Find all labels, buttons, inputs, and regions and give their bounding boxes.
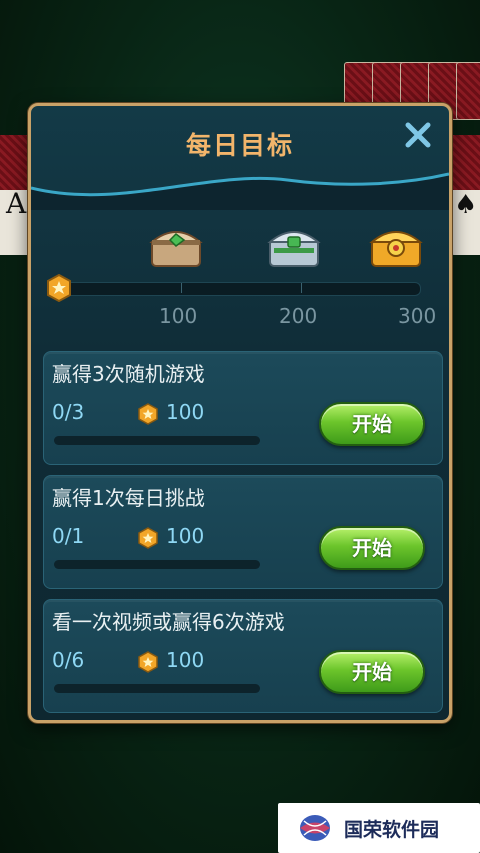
star-coin-icon — [138, 651, 158, 673]
task-reward: 100 — [166, 648, 205, 672]
task-card: 看一次视频或赢得6次游戏 0/6 100 开始 — [43, 599, 443, 713]
bronze-chest-icon[interactable] — [146, 218, 206, 270]
star-coin-icon — [138, 527, 158, 549]
task-progress: 0/6 — [52, 648, 85, 672]
task-title: 赢得1次每日挑战 — [52, 486, 205, 510]
face-down-card — [456, 62, 480, 120]
silver-chest-icon[interactable] — [264, 218, 324, 270]
start-button[interactable]: 开始 — [319, 650, 425, 694]
milestone-label: 300 — [398, 304, 437, 328]
watermark: 国荣软件园 — [278, 803, 480, 853]
start-button[interactable]: 开始 — [319, 402, 425, 446]
task-progress-bar — [54, 560, 260, 569]
star-badge-icon — [47, 274, 71, 302]
task-progress-bar — [54, 684, 260, 693]
spade-icon: ♠ — [454, 190, 478, 220]
close-button[interactable] — [401, 120, 435, 154]
task-card: 赢得1次每日挑战 0/1 100 开始 — [43, 475, 443, 589]
close-icon — [405, 122, 431, 148]
milestone-tick — [301, 283, 302, 293]
milestone-progress: 100 200 300 — [31, 274, 449, 334]
task-title: 赢得3次随机游戏 — [52, 362, 205, 386]
watermark-text: 国荣软件园 — [344, 819, 440, 841]
task-progress: 0/3 — [52, 400, 85, 424]
task-title: 看一次视频或赢得6次游戏 — [52, 610, 285, 634]
task-reward: 100 — [166, 524, 205, 548]
star-coin-icon — [138, 403, 158, 425]
dialog-title: 每日目标 — [185, 131, 294, 160]
gold-chest-icon[interactable] — [366, 218, 426, 270]
task-progress-bar — [54, 436, 260, 445]
milestone-tick — [181, 283, 182, 293]
milestone-label: 100 — [159, 304, 198, 328]
milestone-label: 200 — [279, 304, 318, 328]
daily-goals-dialog: 每日目标 100 200 300 赢得3次随机游戏 0/3 100 开始 赢得1… — [28, 103, 452, 723]
task-card: 赢得3次随机游戏 0/3 100 开始 — [43, 351, 443, 465]
start-button[interactable]: 开始 — [319, 526, 425, 570]
background-card-right: ♠ — [450, 135, 480, 255]
milestone-progress-track — [61, 282, 421, 296]
task-reward: 100 — [166, 400, 205, 424]
header-wave-decoration — [31, 172, 449, 210]
globe-logo-icon — [300, 815, 330, 841]
task-progress: 0/1 — [52, 524, 85, 548]
